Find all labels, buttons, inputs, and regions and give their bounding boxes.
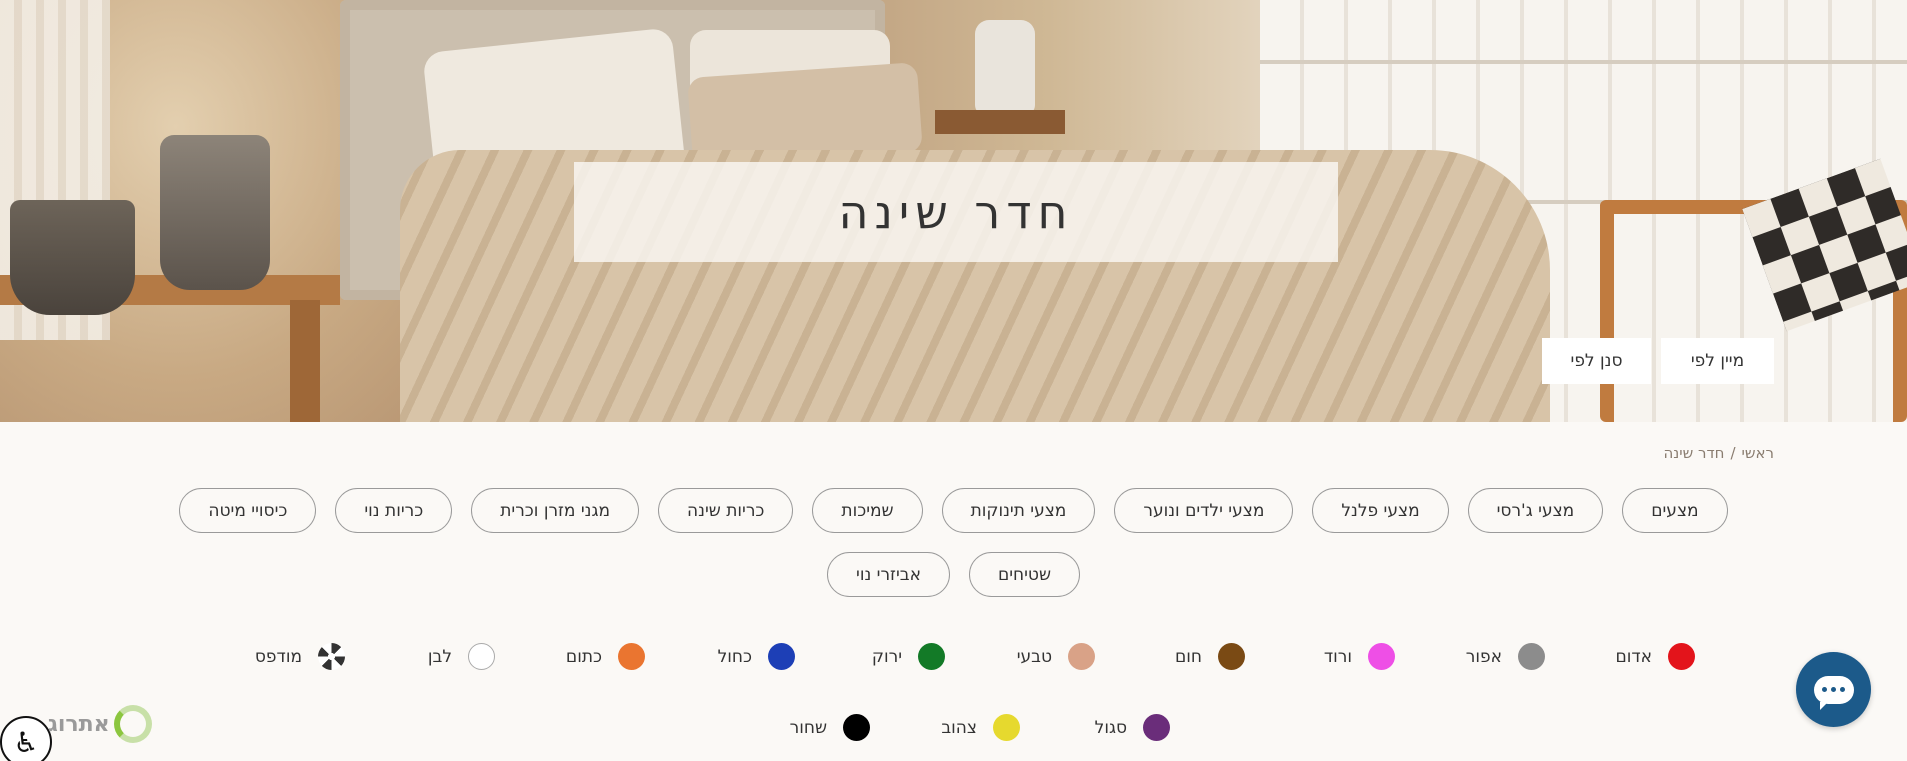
color-swatch: [768, 643, 795, 670]
color-option-red[interactable]: אדום: [1615, 643, 1695, 670]
color-filter: אדום אפור ורוד חום טבעי ירוק כחול כתום ל…: [200, 643, 1760, 741]
chat-dot: [1840, 687, 1845, 692]
page-title: חדר שינה: [838, 185, 1074, 239]
chat-button[interactable]: [1796, 652, 1871, 727]
color-swatch: [918, 643, 945, 670]
chat-bubble-icon: [1813, 675, 1854, 710]
color-label: לבן: [427, 646, 452, 667]
hero-nightstand: [935, 110, 1065, 134]
color-label: ירוק: [871, 646, 902, 667]
color-label: אדום: [1615, 646, 1652, 667]
color-option-printed[interactable]: מודפס: [255, 643, 345, 670]
color-option-natural[interactable]: טבעי: [1015, 643, 1095, 670]
breadcrumb-separator: /: [1730, 444, 1736, 462]
breadcrumb-current: חדר שינה: [1663, 444, 1725, 462]
wheelchair-icon: ♿: [13, 726, 39, 758]
color-swatch: [1218, 643, 1245, 670]
category-pill[interactable]: כיסויי מיטה: [179, 488, 317, 533]
hero-banner: חדר שינה מיין לפי סנן לפי: [0, 0, 1907, 422]
color-label: סגול: [1094, 717, 1127, 738]
color-swatch: [618, 643, 645, 670]
color-option-white[interactable]: לבן: [415, 643, 495, 670]
color-label: טבעי: [1016, 646, 1052, 667]
color-swatch: [993, 714, 1020, 741]
filter-button[interactable]: סנן לפי: [1542, 338, 1651, 384]
category-pill[interactable]: כריות שינה: [658, 488, 794, 533]
color-label: ורוד: [1323, 646, 1352, 667]
color-swatch: [1668, 643, 1695, 670]
breadcrumb-home-link[interactable]: ראשי: [1742, 444, 1774, 462]
color-option-gray[interactable]: אפור: [1465, 643, 1545, 670]
printed-pattern-icon: [318, 643, 345, 670]
category-pill[interactable]: מגני מזרן וכרית: [471, 488, 640, 533]
category-pill[interactable]: מצעים: [1622, 488, 1728, 533]
category-pill[interactable]: מצעי ילדים ונוער: [1114, 488, 1294, 533]
color-label: כתום: [565, 646, 602, 667]
site-logo: אתרוג: [48, 705, 152, 743]
color-swatch: [1368, 643, 1395, 670]
color-option-yellow[interactable]: צהוב: [940, 714, 1020, 741]
chat-dot: [1831, 687, 1836, 692]
category-pill[interactable]: מצעי תינוקות: [941, 488, 1096, 533]
category-pill[interactable]: מצעי פלנל: [1312, 488, 1449, 533]
color-option-blue[interactable]: כחול: [715, 643, 795, 670]
color-swatch: [1518, 643, 1545, 670]
color-option-pink[interactable]: ורוד: [1315, 643, 1395, 670]
color-option-green[interactable]: ירוק: [865, 643, 945, 670]
color-label: שחור: [789, 717, 827, 738]
color-label: אפור: [1465, 646, 1502, 667]
sort-button[interactable]: מיין לפי: [1661, 338, 1774, 384]
category-pills: מצעים מצעי ג'רסי מצעי פלנל מצעי ילדים ונ…: [150, 488, 1757, 597]
color-label: חום: [1174, 646, 1202, 667]
logo-text: אתרוג: [48, 711, 110, 737]
color-swatch: [1068, 643, 1095, 670]
color-label: מודפס: [254, 646, 302, 667]
accessibility-button[interactable]: ♿: [0, 716, 52, 761]
chat-dot: [1822, 687, 1827, 692]
hero-title-box: חדר שינה: [574, 162, 1338, 262]
breadcrumb: ראשי / חדר שינה: [1663, 444, 1774, 462]
category-pill[interactable]: מצעי ג'רסי: [1467, 488, 1604, 533]
logo-ring-icon: [113, 705, 152, 743]
category-pill[interactable]: שמיכות: [812, 488, 923, 533]
category-pill[interactable]: כריות נוי: [335, 488, 453, 533]
color-label: צהוב: [941, 717, 977, 738]
color-swatch: [468, 643, 495, 670]
color-option-black[interactable]: שחור: [790, 714, 870, 741]
hero-pot: [10, 200, 135, 315]
hero-vase: [975, 20, 1035, 115]
category-pill[interactable]: אביזרי נוי: [827, 552, 950, 597]
color-option-purple[interactable]: סגול: [1090, 714, 1170, 741]
hero-bench-leg: [290, 300, 320, 422]
color-option-brown[interactable]: חום: [1165, 643, 1245, 670]
color-option-orange[interactable]: כתום: [565, 643, 645, 670]
hero-window-frame: [1260, 60, 1907, 64]
category-pill[interactable]: שטיחים: [968, 552, 1080, 597]
color-label: כחול: [717, 646, 752, 667]
hero-pot: [160, 135, 270, 290]
color-swatch: [1143, 714, 1170, 741]
color-swatch: [843, 714, 870, 741]
